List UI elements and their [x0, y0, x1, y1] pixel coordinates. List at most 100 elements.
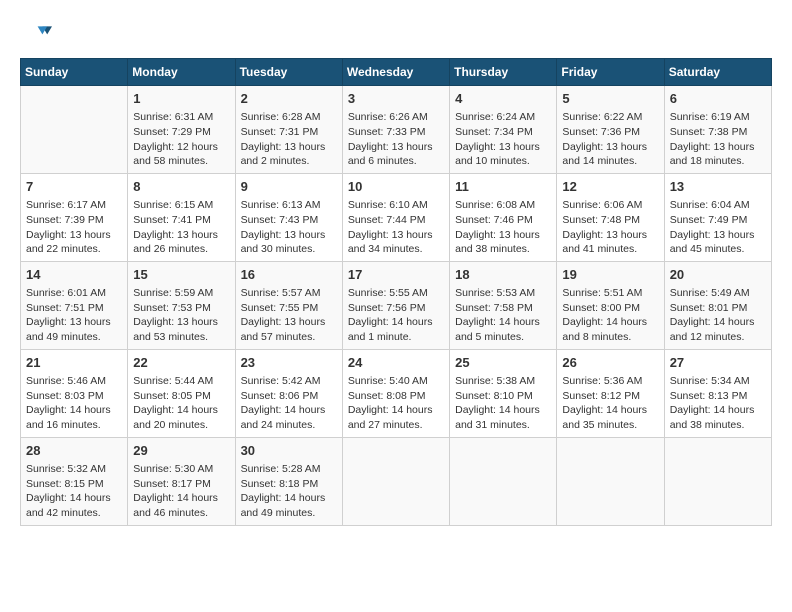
- day-info: Sunrise: 5:42 AM: [241, 374, 337, 389]
- calendar-cell: [342, 437, 449, 525]
- day-info: Sunset: 8:10 PM: [455, 389, 551, 404]
- page-header: [20, 20, 772, 52]
- header-tuesday: Tuesday: [235, 59, 342, 86]
- day-info: Daylight: 14 hours: [562, 403, 658, 418]
- day-info: Sunset: 8:03 PM: [26, 389, 122, 404]
- day-info: Daylight: 13 hours: [241, 228, 337, 243]
- calendar-cell: [557, 437, 664, 525]
- calendar-header: SundayMondayTuesdayWednesdayThursdayFrid…: [21, 59, 772, 86]
- day-info: and 22 minutes.: [26, 242, 122, 257]
- day-info: Daylight: 14 hours: [670, 315, 766, 330]
- day-info: and 27 minutes.: [348, 418, 444, 433]
- day-info: Sunrise: 5:36 AM: [562, 374, 658, 389]
- day-info: Sunrise: 6:22 AM: [562, 110, 658, 125]
- day-info: Daylight: 12 hours: [133, 140, 229, 155]
- calendar-cell: 24Sunrise: 5:40 AMSunset: 8:08 PMDayligh…: [342, 349, 449, 437]
- day-info: Daylight: 13 hours: [26, 315, 122, 330]
- day-info: and 41 minutes.: [562, 242, 658, 257]
- day-info: Daylight: 14 hours: [241, 403, 337, 418]
- day-info: and 53 minutes.: [133, 330, 229, 345]
- day-info: Sunrise: 6:17 AM: [26, 198, 122, 213]
- day-info: Sunrise: 6:01 AM: [26, 286, 122, 301]
- day-number: 25: [455, 354, 551, 372]
- week-row-2: 7Sunrise: 6:17 AMSunset: 7:39 PMDaylight…: [21, 173, 772, 261]
- day-info: Sunrise: 6:26 AM: [348, 110, 444, 125]
- day-info: Daylight: 14 hours: [562, 315, 658, 330]
- day-info: Sunrise: 5:51 AM: [562, 286, 658, 301]
- header-sunday: Sunday: [21, 59, 128, 86]
- day-info: Daylight: 13 hours: [562, 140, 658, 155]
- day-info: Sunset: 7:55 PM: [241, 301, 337, 316]
- calendar-cell: 3Sunrise: 6:26 AMSunset: 7:33 PMDaylight…: [342, 86, 449, 174]
- header-saturday: Saturday: [664, 59, 771, 86]
- day-number: 18: [455, 266, 551, 284]
- calendar-cell: 19Sunrise: 5:51 AMSunset: 8:00 PMDayligh…: [557, 261, 664, 349]
- day-info: Sunrise: 5:30 AM: [133, 462, 229, 477]
- week-row-3: 14Sunrise: 6:01 AMSunset: 7:51 PMDayligh…: [21, 261, 772, 349]
- day-info: Sunset: 8:18 PM: [241, 477, 337, 492]
- day-info: Sunset: 7:53 PM: [133, 301, 229, 316]
- day-number: 20: [670, 266, 766, 284]
- calendar-cell: 1Sunrise: 6:31 AMSunset: 7:29 PMDaylight…: [128, 86, 235, 174]
- calendar-cell: 21Sunrise: 5:46 AMSunset: 8:03 PMDayligh…: [21, 349, 128, 437]
- day-info: Sunrise: 6:15 AM: [133, 198, 229, 213]
- day-info: and 24 minutes.: [241, 418, 337, 433]
- calendar-cell: 4Sunrise: 6:24 AMSunset: 7:34 PMDaylight…: [450, 86, 557, 174]
- logo-icon: [20, 20, 52, 52]
- calendar-cell: 18Sunrise: 5:53 AMSunset: 7:58 PMDayligh…: [450, 261, 557, 349]
- calendar-cell: 20Sunrise: 5:49 AMSunset: 8:01 PMDayligh…: [664, 261, 771, 349]
- day-info: Daylight: 14 hours: [241, 491, 337, 506]
- day-info: Sunrise: 5:59 AM: [133, 286, 229, 301]
- day-info: Daylight: 14 hours: [348, 315, 444, 330]
- day-number: 3: [348, 90, 444, 108]
- calendar-cell: 11Sunrise: 6:08 AMSunset: 7:46 PMDayligh…: [450, 173, 557, 261]
- day-number: 1: [133, 90, 229, 108]
- day-info: Sunrise: 6:19 AM: [670, 110, 766, 125]
- calendar-cell: [664, 437, 771, 525]
- day-info: and 46 minutes.: [133, 506, 229, 521]
- day-number: 2: [241, 90, 337, 108]
- day-info: Sunset: 7:44 PM: [348, 213, 444, 228]
- day-number: 5: [562, 90, 658, 108]
- logo: [20, 20, 56, 52]
- day-info: Sunrise: 5:57 AM: [241, 286, 337, 301]
- calendar-cell: 13Sunrise: 6:04 AMSunset: 7:49 PMDayligh…: [664, 173, 771, 261]
- day-info: Daylight: 14 hours: [26, 491, 122, 506]
- day-info: and 49 minutes.: [26, 330, 122, 345]
- day-number: 6: [670, 90, 766, 108]
- calendar-table: SundayMondayTuesdayWednesdayThursdayFrid…: [20, 58, 772, 526]
- calendar-cell: 15Sunrise: 5:59 AMSunset: 7:53 PMDayligh…: [128, 261, 235, 349]
- day-info: Sunrise: 5:38 AM: [455, 374, 551, 389]
- day-info: and 38 minutes.: [670, 418, 766, 433]
- calendar-cell: 23Sunrise: 5:42 AMSunset: 8:06 PMDayligh…: [235, 349, 342, 437]
- day-info: Sunrise: 5:49 AM: [670, 286, 766, 301]
- day-info: Sunrise: 5:55 AM: [348, 286, 444, 301]
- calendar-cell: [450, 437, 557, 525]
- day-info: Sunrise: 5:40 AM: [348, 374, 444, 389]
- day-info: and 18 minutes.: [670, 154, 766, 169]
- day-number: 12: [562, 178, 658, 196]
- calendar-cell: 9Sunrise: 6:13 AMSunset: 7:43 PMDaylight…: [235, 173, 342, 261]
- day-info: Sunset: 7:48 PM: [562, 213, 658, 228]
- day-info: Daylight: 14 hours: [670, 403, 766, 418]
- day-info: Daylight: 13 hours: [26, 228, 122, 243]
- calendar-cell: 16Sunrise: 5:57 AMSunset: 7:55 PMDayligh…: [235, 261, 342, 349]
- calendar-cell: 25Sunrise: 5:38 AMSunset: 8:10 PMDayligh…: [450, 349, 557, 437]
- calendar-cell: 17Sunrise: 5:55 AMSunset: 7:56 PMDayligh…: [342, 261, 449, 349]
- calendar-cell: 12Sunrise: 6:06 AMSunset: 7:48 PMDayligh…: [557, 173, 664, 261]
- day-number: 14: [26, 266, 122, 284]
- day-info: Sunrise: 5:28 AM: [241, 462, 337, 477]
- day-info: Sunrise: 6:06 AM: [562, 198, 658, 213]
- day-info: and 6 minutes.: [348, 154, 444, 169]
- day-info: Sunset: 7:38 PM: [670, 125, 766, 140]
- day-number: 10: [348, 178, 444, 196]
- week-row-4: 21Sunrise: 5:46 AMSunset: 8:03 PMDayligh…: [21, 349, 772, 437]
- calendar-cell: 30Sunrise: 5:28 AMSunset: 8:18 PMDayligh…: [235, 437, 342, 525]
- header-friday: Friday: [557, 59, 664, 86]
- calendar-cell: 6Sunrise: 6:19 AMSunset: 7:38 PMDaylight…: [664, 86, 771, 174]
- day-info: Sunrise: 6:10 AM: [348, 198, 444, 213]
- calendar-cell: 14Sunrise: 6:01 AMSunset: 7:51 PMDayligh…: [21, 261, 128, 349]
- day-info: and 57 minutes.: [241, 330, 337, 345]
- day-info: Sunset: 7:41 PM: [133, 213, 229, 228]
- day-info: Sunset: 7:56 PM: [348, 301, 444, 316]
